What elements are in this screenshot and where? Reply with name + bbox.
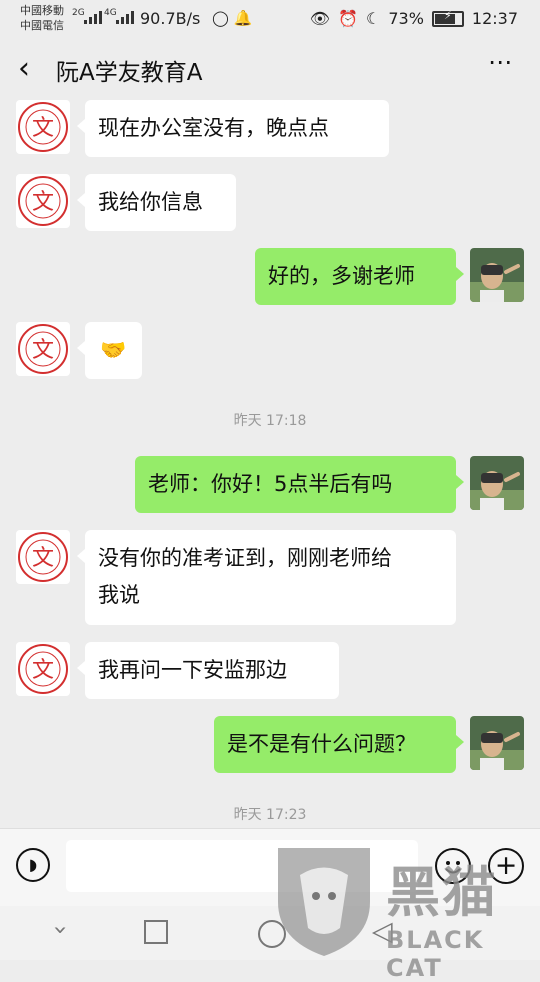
- carrier-2: 中國電信: [20, 19, 64, 32]
- carrier-1: 中國移動: [20, 4, 64, 17]
- alarm-icon: ⏰: [338, 9, 358, 28]
- teacher-avatar[interactable]: 文: [16, 100, 70, 154]
- network-speed: 90.7B/s: [140, 9, 201, 28]
- more-icon[interactable]: ⋯: [488, 48, 514, 76]
- message-bubble[interactable]: 老师：你好！5点半后有吗: [135, 456, 464, 513]
- message-bubble[interactable]: 好的，多谢老师: [255, 248, 464, 305]
- message-bubble[interactable]: 现在办公室没有，晚点点: [77, 100, 389, 157]
- teacher-avatar[interactable]: 文: [16, 322, 70, 376]
- chat-header: ‹ 阮A学友教育A ⋯: [0, 38, 540, 100]
- system-nav-bar: › ◁: [0, 906, 540, 960]
- moon-icon: ☾: [365, 9, 381, 28]
- message-bubble[interactable]: 是不是有什么问题？: [214, 716, 464, 773]
- chat-timestamp: 昨天 17:23: [233, 807, 307, 823]
- home-icon[interactable]: [258, 920, 286, 948]
- svg-text:文: 文: [32, 658, 54, 683]
- status-right: 👁 ⏰ ☾ 73% ⚡ 12:37: [309, 9, 518, 29]
- teacher-avatar[interactable]: 文: [16, 174, 70, 228]
- network-type-1: 2G: [72, 8, 85, 18]
- message-bubble[interactable]: 我给你信息: [77, 174, 236, 231]
- battery-icon: ⚡: [431, 9, 464, 27]
- message-line-1: 没有你的准考证到，刚刚老师给: [98, 546, 392, 570]
- handshake-icon[interactable]: 🤝: [77, 322, 142, 379]
- chat-timestamp: 昨天 17:18: [233, 413, 307, 429]
- back-icon[interactable]: ‹: [18, 54, 30, 84]
- nav-collapse-icon[interactable]: ›: [47, 925, 75, 935]
- svg-text:文: 文: [32, 338, 54, 363]
- teacher-avatar[interactable]: 文: [16, 642, 70, 696]
- input-bar: ◗ +: [0, 828, 540, 907]
- chat-title: 阮A学友教育A: [56, 60, 203, 86]
- carrier-labels: 中國移動 中國電信: [20, 3, 64, 33]
- signal-bars-1-icon: [84, 10, 102, 24]
- eye-icon: 👁: [309, 9, 331, 28]
- user-avatar[interactable]: [470, 716, 524, 770]
- clock: 12:37: [471, 9, 518, 28]
- sync-icon: ◯ 🔔: [212, 9, 253, 27]
- signal-bars-2-icon: [116, 10, 134, 24]
- teacher-avatar[interactable]: 文: [16, 530, 70, 584]
- message-line-2: 我说: [98, 583, 140, 607]
- status-bar: 中國移動 中國電信 2G 4G 90.7B/s ◯ 🔔 👁 ⏰ ☾ 73% ⚡ …: [0, 0, 540, 38]
- battery-percent: 73%: [388, 9, 424, 28]
- message-input[interactable]: [66, 840, 418, 892]
- svg-text:文: 文: [32, 116, 54, 141]
- user-avatar[interactable]: [470, 248, 524, 302]
- recent-apps-icon[interactable]: [144, 920, 168, 944]
- network-type-2: 4G: [104, 8, 117, 18]
- user-avatar[interactable]: [470, 456, 524, 510]
- plus-icon[interactable]: +: [488, 848, 524, 884]
- message-bubble[interactable]: 我再问一下安监那边: [77, 642, 339, 699]
- nav-back-icon[interactable]: ◁: [372, 916, 393, 947]
- svg-text:文: 文: [32, 190, 54, 215]
- message-bubble[interactable]: 没有你的准考证到，刚刚老师给 我说: [77, 530, 456, 625]
- voice-icon[interactable]: ◗: [16, 848, 50, 882]
- emoji-icon[interactable]: [435, 848, 471, 884]
- svg-text:文: 文: [32, 546, 54, 571]
